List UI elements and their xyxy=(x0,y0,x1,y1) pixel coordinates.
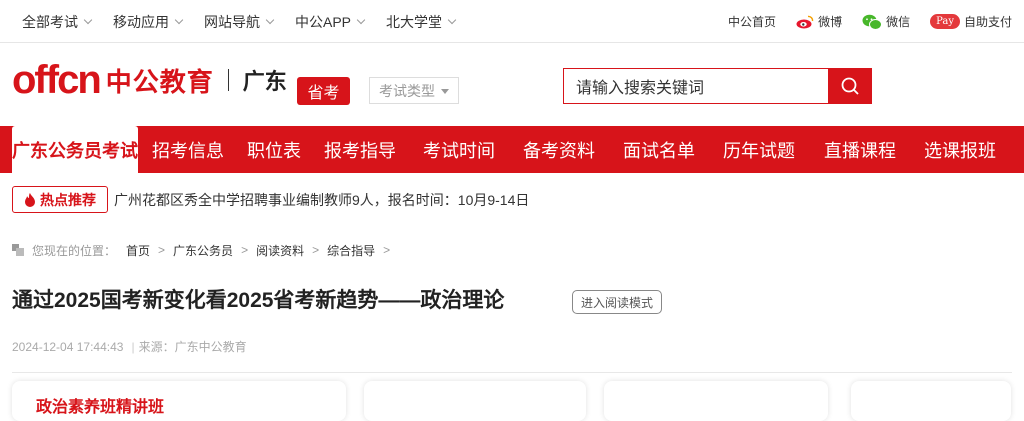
chevron-down-icon xyxy=(174,15,184,24)
reading-mode-button[interactable]: 进入阅读模式 xyxy=(572,290,662,314)
course-card[interactable] xyxy=(364,381,586,421)
tab-live-courses[interactable]: 直播课程 xyxy=(818,126,902,173)
breadcrumb-home[interactable]: 首页 xyxy=(126,242,150,259)
chevron-down-icon xyxy=(447,15,457,24)
wechat-link[interactable]: 微信 xyxy=(862,13,910,30)
tab-recruitment-info[interactable]: 招考信息 xyxy=(146,126,230,173)
breadcrumb-separator: > xyxy=(383,243,391,257)
wechat-icon xyxy=(862,14,883,30)
hot-recommend-badge: 热点推荐 xyxy=(12,186,108,213)
exam-type-select[interactable]: 考试类型 xyxy=(369,77,459,104)
course-card[interactable]: 政治素养班精讲班 xyxy=(12,381,346,421)
tab-exam-time[interactable]: 考试时间 xyxy=(417,126,501,173)
chevron-down-icon xyxy=(356,15,366,24)
weibo-icon xyxy=(796,15,814,28)
top-nav: 全部考试 移动应用 网站导航 中公APP 北大学堂 xyxy=(22,0,477,43)
tab-past-papers[interactable]: 历年试题 xyxy=(717,126,801,173)
logo-cn: 中公教育 xyxy=(105,66,214,97)
top-nav-app[interactable]: 中公APP xyxy=(295,12,366,32)
search-input[interactable]: 请输入搜索关键词 xyxy=(563,68,829,104)
dropdown-triangle-icon xyxy=(441,89,449,94)
flame-icon xyxy=(25,192,35,207)
meta-separator: | xyxy=(131,339,135,354)
pay-icon: Pay xyxy=(930,14,960,29)
course-card[interactable] xyxy=(851,381,1011,421)
breadcrumb-gd-civil[interactable]: 广东公务员 xyxy=(173,242,233,259)
breadcrumb-separator: > xyxy=(158,243,166,257)
top-nav-all-exams[interactable]: 全部考试 xyxy=(22,12,93,32)
top-nav-site-nav[interactable]: 网站导航 xyxy=(204,12,275,32)
breadcrumb-reading[interactable]: 阅读资料 xyxy=(256,242,304,259)
breadcrumb-separator: > xyxy=(241,243,249,257)
home-link[interactable]: 中公首页 xyxy=(728,13,776,30)
tab-exam-guide[interactable]: 报考指导 xyxy=(318,126,402,173)
tab-prep-materials[interactable]: 备考资料 xyxy=(517,126,601,173)
search-button[interactable] xyxy=(828,68,872,104)
logo[interactable]: offcn 中公教育 广东 xyxy=(12,54,287,106)
tab-interview-list[interactable]: 面试名单 xyxy=(617,126,701,173)
breadcrumb: 您现在的位置： 首页 > 广东公务员 > 阅读资料 > 综合指导 > xyxy=(12,241,398,259)
tab-gd-civil-service[interactable]: 广东公务员考试 xyxy=(12,126,138,173)
top-nav-pku[interactable]: 北大学堂 xyxy=(386,12,457,32)
search-icon xyxy=(841,77,859,95)
content-divider xyxy=(12,372,1012,373)
region-label: 广东 xyxy=(242,69,287,94)
tab-course-signup[interactable]: 选课报班 xyxy=(918,126,1002,173)
breadcrumb-guide[interactable]: 综合指导 xyxy=(327,242,375,259)
breadcrumb-separator: > xyxy=(312,243,320,257)
tab-job-list[interactable]: 职位表 xyxy=(240,126,308,173)
location-icon xyxy=(12,244,24,256)
province-badge[interactable]: 省考 xyxy=(297,77,350,105)
article-meta: 2024-12-04 17:44:43 | 来源：广东中公教育 xyxy=(12,338,247,355)
hot-news-link[interactable]: 广州花都区秀全中学招聘事业编制教师9人，报名时间：10月9-14日 xyxy=(114,186,529,213)
logo-divider xyxy=(227,69,229,91)
main-nav: 广东公务员考试 招考信息 职位表 报考指导 考试时间 备考资料 面试名单 历年试… xyxy=(0,126,1024,173)
top-bar: 全部考试 移动应用 网站导航 中公APP 北大学堂 中公首页 微博 微信 Pay xyxy=(0,0,1024,43)
article-source: 来源：广东中公教育 xyxy=(138,340,247,354)
chevron-down-icon xyxy=(83,15,93,24)
course-card[interactable] xyxy=(604,381,828,421)
article-title: 通过2025国考新变化看2025省考新趋势——政治理论 xyxy=(12,289,505,312)
top-nav-mobile-apps[interactable]: 移动应用 xyxy=(113,12,184,32)
article-date: 2024-12-04 17:44:43 xyxy=(12,339,124,354)
logo-latin: offcn xyxy=(12,58,102,102)
weibo-link[interactable]: 微博 xyxy=(796,13,842,30)
pay-link[interactable]: Pay 自助支付 xyxy=(930,13,1012,30)
chevron-down-icon xyxy=(265,15,275,24)
top-right-links: 中公首页 微博 微信 Pay 自助支付 xyxy=(708,0,1012,43)
